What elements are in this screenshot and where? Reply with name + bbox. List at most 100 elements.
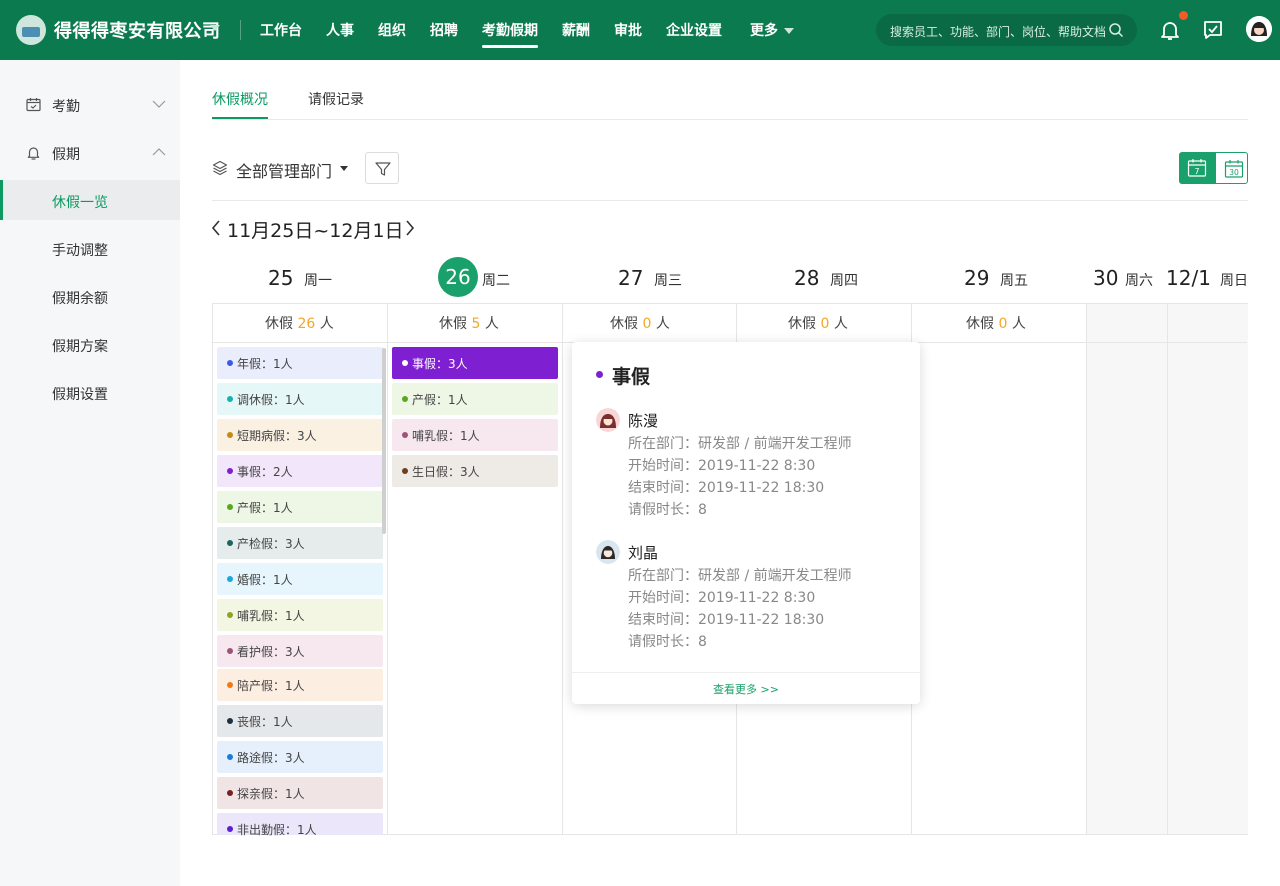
leave-type-dot — [227, 432, 233, 438]
popover-title: 事假 — [612, 366, 651, 388]
leave-type-item[interactable]: 产检假：3人 — [217, 527, 383, 559]
department-selector[interactable]: 全部管理部门 — [236, 158, 332, 182]
day-number: 30 — [1093, 266, 1119, 290]
leave-type-dot — [227, 540, 233, 546]
top-navigation-bar: 得得得枣安有限公司 工作台 人事 组织 招聘 考勤假期 薪酬 审批 企业设置 更… — [0, 0, 1280, 60]
nav-item-salary[interactable]: 薪酬 — [562, 20, 590, 40]
avatar — [596, 408, 620, 432]
sidebar-group-attendance[interactable]: 考勤 — [0, 84, 180, 124]
leave-type-item[interactable]: 产假：1人 — [217, 491, 383, 523]
filter-button[interactable] — [365, 152, 399, 184]
nav-item-more[interactable]: 更多 — [750, 20, 778, 40]
leave-type-item[interactable]: 丧假：1人 — [217, 705, 383, 737]
person-start-time: 开始时间：2019-11-22 8:30 — [628, 590, 816, 606]
person-name: 刘晶 — [628, 544, 659, 562]
nav-item-approval[interactable]: 审批 — [614, 20, 642, 40]
search-icon[interactable] — [1108, 22, 1124, 38]
leave-type-label: 事假：3人 — [412, 357, 468, 371]
user-avatar[interactable] — [1246, 16, 1272, 42]
chevron-down-icon[interactable] — [152, 99, 166, 109]
leave-type-label: 路途假：3人 — [237, 751, 305, 765]
more-dropdown-icon[interactable] — [784, 28, 794, 34]
leave-type-item[interactable]: 看护假：3人 — [217, 635, 383, 667]
leave-type-item[interactable]: 事假：2人 — [217, 455, 383, 487]
nav-item-org[interactable]: 组织 — [378, 20, 406, 40]
leave-type-item[interactable]: 探亲假：1人 — [217, 777, 383, 809]
chevron-up-icon[interactable] — [152, 147, 166, 157]
leave-type-item[interactable]: 哺乳假：1人 — [217, 599, 383, 631]
tab-leave-records[interactable]: 请假记录 — [308, 89, 364, 109]
leave-type-item[interactable]: 婚假：1人 — [217, 563, 383, 595]
person-start-time: 开始时间：2019-11-22 8:30 — [628, 458, 816, 474]
nav-item-attendance[interactable]: 考勤假期 — [482, 20, 538, 40]
leave-type-item[interactable]: 陪产假：1人 — [217, 669, 383, 701]
caret-down-icon[interactable] — [340, 166, 348, 171]
sidebar-item-leave-overview[interactable]: 休假一览 — [0, 180, 180, 220]
leave-type-item[interactable]: 事假：3人 — [392, 347, 558, 379]
leave-type-item[interactable]: 路途假：3人 — [217, 741, 383, 773]
day-weekday: 周一 — [304, 273, 332, 289]
popover-footer-divider — [572, 672, 920, 673]
view-more-link[interactable]: 查看更多 >> — [572, 681, 920, 697]
day-number: 25 — [268, 266, 294, 290]
layers-icon — [212, 160, 228, 176]
leave-type-item[interactable]: 生日假：3人 — [392, 455, 558, 487]
chevron-right-icon[interactable] — [404, 219, 416, 237]
leave-type-label: 陪产假：1人 — [237, 679, 305, 693]
company-logo[interactable] — [16, 15, 46, 45]
grid-column-divider — [1086, 304, 1087, 834]
leave-type-item[interactable]: 非出勤假：1人 — [217, 813, 383, 837]
grid-column-divider — [1167, 304, 1168, 834]
search-input[interactable]: 搜索员工、功能、部门、岗位、帮助文档 — [890, 23, 1106, 40]
person-department: 所在部门：研发部 / 前端开发工程师 — [628, 568, 852, 584]
sidebar-item-leave-settings[interactable]: 假期设置 — [0, 372, 180, 412]
nav-item-recruit[interactable]: 招聘 — [430, 20, 458, 40]
nav-item-settings[interactable]: 企业设置 — [666, 20, 722, 40]
tab-leave-overview[interactable]: 休假概况 — [212, 89, 268, 109]
bell-icon[interactable] — [1158, 18, 1182, 42]
leave-type-dot — [402, 360, 408, 366]
count-suffix: 人 — [319, 316, 334, 332]
day-number: 28 — [794, 266, 820, 290]
leave-type-label: 年假：1人 — [237, 357, 293, 371]
sidebar-item-manual-adjust[interactable]: 手动调整 — [0, 228, 180, 268]
leave-count-thursday: 休假 0 人 — [788, 313, 848, 333]
leave-type-item[interactable]: 哺乳假：1人 — [392, 419, 558, 451]
month-view-button[interactable]: 30 — [1215, 152, 1248, 184]
tab-divider — [212, 119, 1248, 120]
leave-type-item[interactable]: 年假：1人 — [217, 347, 383, 379]
week-view-button[interactable]: 7 — [1179, 152, 1215, 184]
leave-type-item[interactable]: 调休假：1人 — [217, 383, 383, 415]
leave-type-dot — [227, 790, 233, 796]
weekend-column-saturday — [1087, 304, 1167, 834]
sidebar-item-leave-plan[interactable]: 假期方案 — [0, 324, 180, 364]
day-weekday: 周日 — [1220, 273, 1248, 289]
sidebar-group-leave[interactable]: 假期 — [0, 132, 180, 172]
scrollbar-thumb[interactable] — [382, 348, 386, 534]
company-dropdown-icon[interactable] — [210, 25, 220, 31]
day-weekday: 周六 — [1125, 273, 1153, 289]
message-icon[interactable] — [1201, 18, 1225, 42]
company-name[interactable]: 得得得枣安有限公司 — [54, 17, 221, 43]
leave-type-dot — [227, 648, 233, 654]
leave-type-label: 非出勤假：1人 — [237, 823, 317, 837]
day-weekday: 周五 — [1000, 273, 1028, 289]
leave-type-dot — [402, 432, 408, 438]
calendar-check-icon — [26, 98, 41, 112]
global-search[interactable]: 搜索员工、功能、部门、岗位、帮助文档 — [876, 14, 1137, 46]
week-view-label: 7 — [1194, 167, 1199, 176]
leave-type-label: 事假：2人 — [237, 465, 293, 479]
count-number: 0 — [998, 316, 1008, 332]
sidebar-item-leave-balance[interactable]: 假期余额 — [0, 276, 180, 316]
leave-type-item[interactable]: 产假：1人 — [392, 383, 558, 415]
person-department: 所在部门：研发部 / 前端开发工程师 — [628, 436, 852, 452]
bell-outline-icon — [27, 147, 40, 160]
count-number: 5 — [471, 316, 481, 332]
chevron-left-icon[interactable] — [210, 219, 222, 237]
nav-item-hr[interactable]: 人事 — [326, 20, 354, 40]
leave-type-dot — [227, 504, 233, 510]
leave-type-item[interactable]: 短期病假：3人 — [217, 419, 383, 451]
sidebar-item-label: 假期设置 — [52, 387, 108, 403]
person-end-time: 结束时间：2019-11-22 18:30 — [628, 612, 825, 628]
nav-item-workbench[interactable]: 工作台 — [260, 20, 302, 40]
